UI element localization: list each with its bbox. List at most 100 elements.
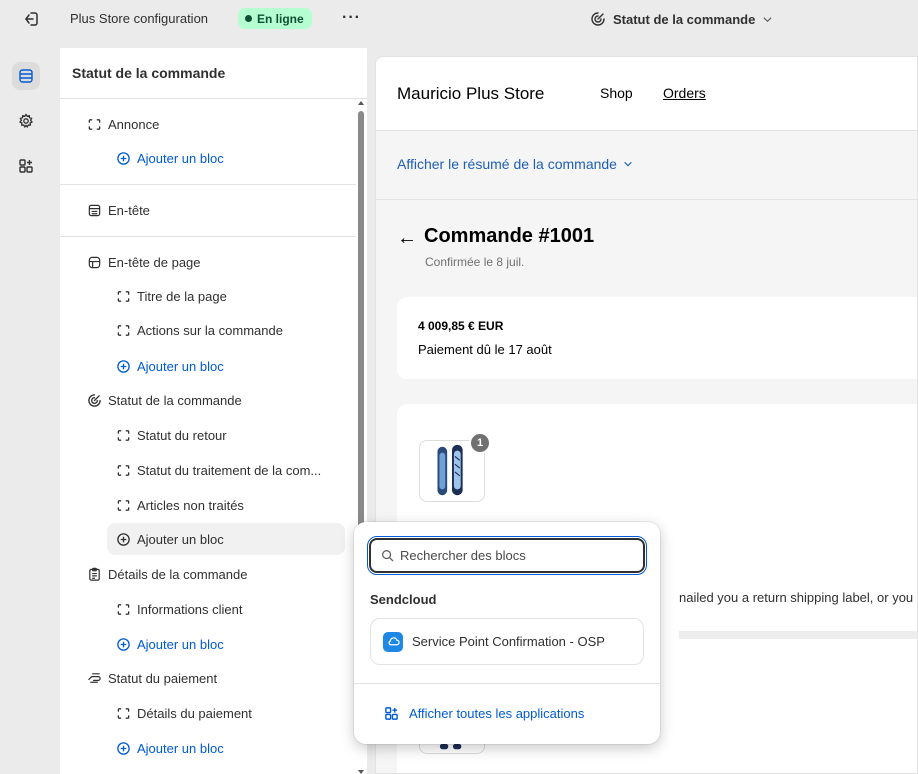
divider (679, 631, 917, 639)
divider (60, 98, 367, 99)
order-title: Commande #1001 (424, 225, 595, 247)
exit-icon[interactable] (22, 10, 40, 28)
app-group-title: Sendcloud (370, 592, 437, 607)
plus-circle-icon (115, 531, 131, 547)
add-block-label: Ajouter un bloc (137, 150, 224, 166)
tree-item-label: Annonce (108, 116, 160, 132)
icon-rail (0, 48, 60, 774)
nav-link-shop[interactable]: Shop (600, 85, 633, 101)
tree-item-page-title[interactable]: Titre de la page (60, 280, 356, 312)
order-status-icon (86, 392, 102, 408)
scrollbar-thumb[interactable] (358, 111, 364, 571)
tree-item-label: Statut du paiement (108, 670, 218, 686)
order-status-icon (591, 12, 605, 26)
plus-circle-icon (115, 740, 131, 756)
more-actions-button[interactable]: ··· (342, 9, 361, 27)
divider (60, 184, 356, 185)
tree-item-page-header[interactable]: En-tête de page (60, 246, 356, 278)
add-block-button[interactable]: Ajouter un bloc (107, 523, 345, 555)
bracket-icon (115, 601, 131, 617)
add-block-label: Ajouter un bloc (137, 636, 224, 652)
cloud-icon (383, 631, 403, 652)
status-badge: En ligne (238, 8, 312, 29)
add-block-label: Ajouter un bloc (137, 358, 224, 374)
back-arrow-icon[interactable]: ← (397, 227, 417, 250)
app-block-label: Service Point Confirmation - OSP (412, 634, 605, 649)
tree-item-label: Statut du traitement de la com... (137, 462, 322, 478)
bracket-icon (115, 322, 131, 338)
tree-item-order-details[interactable]: Détails de la commande (60, 558, 356, 590)
sidebar-panel: Statut de la commande Annonce Ajouter un… (60, 48, 367, 774)
tree-item-label: Articles non traités (137, 497, 244, 513)
tree-item-label: Statut du retour (137, 427, 227, 443)
tree-item-label: Actions sur la commande (137, 322, 283, 338)
page-select-label: Statut de la commande (613, 11, 756, 27)
status-label: En ligne (257, 11, 304, 26)
tree-item-return-status[interactable]: Statut du retour (60, 419, 356, 451)
payment-icon (86, 670, 102, 686)
apps-icon (19, 159, 33, 173)
page-header-icon (86, 254, 102, 270)
tree-item-annonce[interactable]: Annonce (60, 108, 356, 140)
plus-circle-icon (115, 150, 131, 166)
scroll-down-icon[interactable] (358, 770, 364, 774)
plus-circle-icon (115, 636, 131, 652)
bracket-icon (115, 288, 131, 304)
tree-item-payment-status[interactable]: Statut du paiement (60, 662, 356, 694)
bracket-icon (115, 497, 131, 513)
add-block-button[interactable]: Ajouter un bloc (60, 350, 356, 382)
add-block-button[interactable]: Ajouter un bloc (60, 142, 356, 174)
tree-item-label: Informations client (137, 601, 243, 617)
clipboard-icon (86, 566, 102, 582)
block-search-input[interactable] (400, 548, 630, 563)
tree-item-label: En-tête de page (108, 254, 201, 270)
bracket-icon (115, 462, 131, 478)
quantity-badge: 1 (469, 432, 491, 454)
tree-item-fulfillment-status[interactable]: Statut du traitement de la com... (60, 454, 356, 486)
bracket-icon (115, 427, 131, 443)
nav-link-orders[interactable]: Orders (663, 85, 706, 101)
page-select-button[interactable]: Statut de la commande (590, 11, 773, 27)
add-block-label: Ajouter un bloc (137, 740, 224, 756)
tree-item-label: Titre de la page (137, 288, 227, 304)
tree-item-label: Détails de la commande (108, 566, 248, 582)
header-icon (86, 202, 102, 218)
chevron-down-icon (624, 161, 632, 167)
scroll-up-icon[interactable] (358, 101, 364, 105)
tree-item-order-actions[interactable]: Actions sur la commande (60, 314, 356, 346)
status-dot-icon (245, 15, 252, 22)
show-all-apps-link[interactable]: Afficher toutes les applications (384, 706, 584, 721)
tree-item-label: Détails du paiement (137, 705, 252, 721)
sections-icon (19, 69, 33, 83)
sections-button[interactable] (12, 62, 40, 90)
order-summary-band: Afficher le résumé de la commande (376, 132, 917, 200)
preview-header: Mauricio Plus Store Shop Orders (376, 57, 917, 131)
tree-item-order-status[interactable]: Statut de la commande (60, 384, 356, 416)
show-all-apps-label: Afficher toutes les applications (409, 706, 585, 721)
order-confirmed-date: Confirmée le 8 juil. (425, 255, 525, 269)
block-search-field[interactable] (367, 536, 647, 575)
payment-due: Paiement dû le 17 août (418, 342, 552, 357)
tree-item-header[interactable]: En-tête (60, 194, 356, 226)
bracket-icon (86, 116, 102, 132)
chevron-down-icon (763, 16, 772, 22)
tree-item-customer-info[interactable]: Informations client (60, 593, 356, 625)
apps-button[interactable] (12, 152, 40, 180)
tree-item-unfulfilled-items[interactable]: Articles non traités (60, 489, 356, 521)
add-block-button[interactable]: Ajouter un bloc (60, 628, 356, 660)
tree-item-payment-details[interactable]: Détails du paiement (60, 697, 356, 729)
order-amount: 4 009,85 € EUR (418, 319, 504, 333)
add-block-button[interactable]: Ajouter un bloc (60, 732, 356, 764)
search-icon (382, 550, 394, 562)
panel-title: Statut de la commande (72, 65, 226, 81)
divider (60, 236, 356, 237)
app-block-item[interactable]: Service Point Confirmation - OSP (370, 618, 644, 665)
top-bar: Plus Store configuration En ligne ··· St… (0, 0, 918, 40)
store-title: Plus Store configuration (70, 11, 209, 26)
divider (354, 683, 660, 684)
amount-card: 4 009,85 € EUR Paiement dû le 17 août (397, 297, 917, 379)
add-block-label: Ajouter un bloc (137, 531, 224, 547)
bracket-icon (115, 705, 131, 721)
show-summary-link[interactable]: Afficher le résumé de la commande (397, 156, 633, 172)
settings-button[interactable] (12, 107, 40, 135)
